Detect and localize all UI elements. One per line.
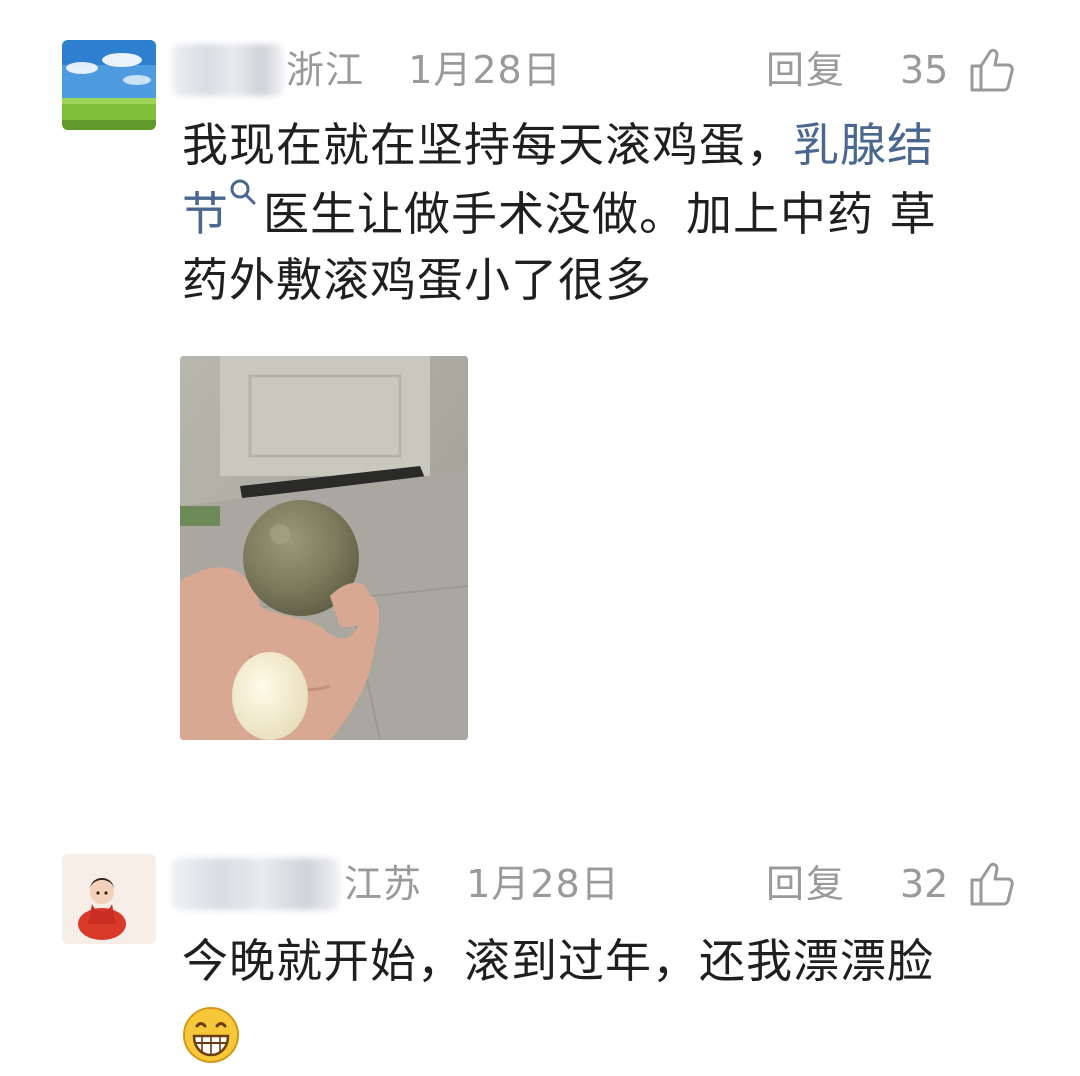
avatar[interactable] (62, 854, 156, 944)
comment-item: 江苏 1月28日 回复 32 今晚就开始，滚到过年，还我漂漂脸 (0, 0, 1080, 1076)
blurred-username[interactable] (172, 858, 340, 910)
comment-location: 江苏 (344, 862, 423, 906)
comment-date: 1月28日 (466, 862, 620, 906)
comment-meta: 江苏 1月28日 (344, 858, 620, 910)
reply-button[interactable]: 回复 (766, 858, 846, 910)
avatar-girl-image (62, 854, 156, 944)
comment-text: 今晚就开始，滚到过年，还我漂漂脸 (182, 934, 934, 988)
grin-emoji-icon (182, 1006, 240, 1064)
like-count: 32 (900, 862, 949, 906)
thumbs-up-icon[interactable] (966, 858, 1018, 910)
